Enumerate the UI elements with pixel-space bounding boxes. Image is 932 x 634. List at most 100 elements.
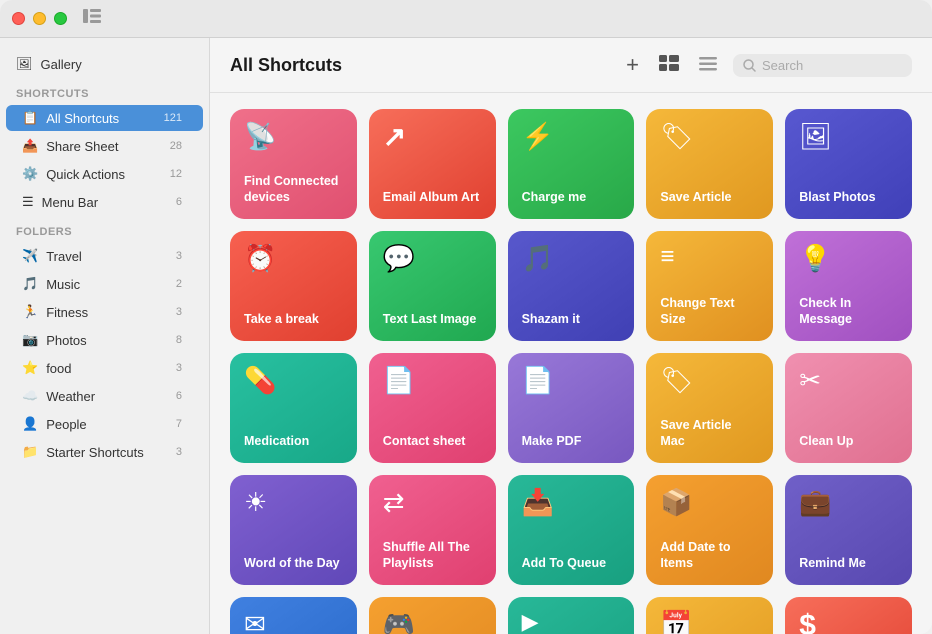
shortcut-card-add-date-items[interactable]: 📦Add Date to Items bbox=[646, 475, 773, 585]
sidebar-toggle-button[interactable] bbox=[83, 9, 101, 28]
shortcut-label-take-break: Take a break bbox=[244, 311, 343, 327]
food-icon: ⭐ bbox=[22, 360, 38, 376]
shortcut-icon-shuffle-playlists: ⇄ bbox=[383, 489, 482, 515]
weather-icon: ☁️ bbox=[22, 388, 38, 404]
folders-section-label: Folders bbox=[0, 216, 209, 242]
shortcut-card-calculate-tip[interactable]: $Calculate Tip bbox=[785, 597, 912, 634]
shortcut-card-find-connected[interactable]: 📡Find Connected devices bbox=[230, 109, 357, 219]
shortcut-card-sort-lines[interactable]: ▶Sort Lines bbox=[508, 597, 635, 634]
shortcut-icon-how-many-days: 📅 bbox=[660, 611, 759, 634]
sidebar-item-starter-shortcuts[interactable]: 📁 Starter Shortcuts 3 bbox=[6, 439, 203, 465]
sidebar-people-label: People bbox=[46, 417, 86, 432]
shortcut-icon-shazam-it: 🎵 bbox=[522, 245, 621, 271]
sidebar-item-quick-actions[interactable]: ⚙️ Quick Actions 12 bbox=[6, 161, 203, 187]
shortcut-label-add-date-items: Add Date to Items bbox=[660, 539, 759, 572]
photos-icon: 📷 bbox=[22, 332, 38, 348]
shortcut-label-text-last-image: Text Last Image bbox=[383, 311, 482, 327]
sidebar-item-all-shortcuts[interactable]: 📋 All Shortcuts 121 bbox=[6, 105, 203, 131]
sidebar-item-weather[interactable]: ☁️ Weather 6 bbox=[6, 383, 203, 409]
share-sheet-icon: 📤 bbox=[22, 138, 38, 154]
maximize-button[interactable] bbox=[54, 12, 67, 25]
shortcut-card-save-article-mac[interactable]: 🏷 Save Article Mac bbox=[646, 353, 773, 463]
list-view-button[interactable] bbox=[695, 51, 721, 80]
shortcut-card-take-break[interactable]: ⏰ Take a break bbox=[230, 231, 357, 341]
sidebar-menu-bar-label: Menu Bar bbox=[42, 195, 98, 210]
all-shortcuts-icon: 📋 bbox=[22, 110, 38, 126]
quick-actions-icon: ⚙️ bbox=[22, 166, 38, 182]
weather-badge: 6 bbox=[171, 389, 187, 403]
shortcut-icon-blast-photos: 🖼 bbox=[799, 123, 898, 149]
sidebar-item-fitness[interactable]: 🏃 Fitness 3 bbox=[6, 299, 203, 325]
shortcut-card-charge-me[interactable]: ⚡Charge me bbox=[508, 109, 635, 219]
search-input[interactable] bbox=[762, 58, 902, 73]
shortcut-icon-make-pdf: 📄 bbox=[522, 367, 621, 393]
menu-bar-badge: 6 bbox=[171, 195, 187, 209]
sidebar-item-music[interactable]: 🎵 Music 2 bbox=[6, 271, 203, 297]
close-button[interactable] bbox=[12, 12, 25, 25]
shortcut-card-check-in-message[interactable]: 💡Check In Message bbox=[785, 231, 912, 341]
shortcut-card-medication[interactable]: 💊Medication bbox=[230, 353, 357, 463]
gallery-icon: 🖼 bbox=[16, 56, 33, 72]
all-shortcuts-badge: 121 bbox=[159, 111, 187, 125]
shortcut-card-blast-photos[interactable]: 🖼Blast Photos bbox=[785, 109, 912, 219]
sidebar-item-menu-bar[interactable]: ☰ Menu Bar 6 bbox=[6, 189, 203, 215]
shortcut-card-change-text-size[interactable]: ≡Change Text Size bbox=[646, 231, 773, 341]
shortcut-icon-text-last-image: 💬 bbox=[383, 245, 482, 271]
sidebar-item-people[interactable]: 👤 People 7 bbox=[6, 411, 203, 437]
shortcut-icon-email-album: ↗ bbox=[383, 123, 482, 151]
sidebar-starter-label: Starter Shortcuts bbox=[46, 445, 144, 460]
shortcut-card-shuffle-playlists[interactable]: ⇄ Shuffle All The Playlists bbox=[369, 475, 496, 585]
sidebar-fitness-label: Fitness bbox=[46, 305, 88, 320]
shortcut-icon-clean-up: ✂ bbox=[799, 367, 898, 393]
shortcut-label-charge-me: Charge me bbox=[522, 189, 621, 205]
grid-view-button[interactable] bbox=[655, 51, 683, 80]
people-badge: 7 bbox=[171, 417, 187, 431]
traffic-lights bbox=[12, 12, 67, 25]
shortcut-card-clean-up[interactable]: ✂Clean Up bbox=[785, 353, 912, 463]
shortcut-card-make-pdf[interactable]: 📄 Make PDF bbox=[508, 353, 635, 463]
sidebar-photos-label: Photos bbox=[46, 333, 86, 348]
shortcut-card-save-article[interactable]: 🏷Save Article bbox=[646, 109, 773, 219]
main-container: 🖼 Gallery Shortcuts 📋 All Shortcuts 121 … bbox=[0, 38, 932, 634]
shortcut-card-word-of-day[interactable]: ☀Word of the Day bbox=[230, 475, 357, 585]
gallery-nav-item[interactable]: 🖼 Gallery bbox=[0, 50, 209, 78]
shortcut-label-save-article-mac: Save Article Mac bbox=[660, 417, 759, 450]
shortcut-card-shazam-it[interactable]: 🎵Shazam it bbox=[508, 231, 635, 341]
app-window: 🖼 Gallery Shortcuts 📋 All Shortcuts 121 … bbox=[0, 0, 932, 634]
shortcut-card-text-last-image[interactable]: 💬 Text Last Image bbox=[369, 231, 496, 341]
shortcut-card-add-to-queue[interactable]: 📥 Add To Queue bbox=[508, 475, 635, 585]
shortcut-icon-change-text-size: ≡ bbox=[660, 245, 759, 269]
add-button[interactable]: + bbox=[622, 48, 643, 82]
shortcut-icon-calculate-tip: $ bbox=[799, 611, 898, 634]
shortcut-card-email-album[interactable]: ↗ Email Album Art bbox=[369, 109, 496, 219]
sidebar-travel-label: Travel bbox=[46, 249, 82, 264]
shortcut-label-make-pdf: Make PDF bbox=[522, 433, 621, 449]
shortcut-icon-save-article-mac: 🏷 bbox=[660, 367, 759, 393]
menu-bar-icon: ☰ bbox=[22, 194, 34, 210]
sidebar-weather-label: Weather bbox=[46, 389, 95, 404]
quick-actions-badge: 12 bbox=[165, 167, 187, 181]
shortcut-card-how-many-days[interactable]: 📅How Many Days Until bbox=[646, 597, 773, 634]
shortcut-card-remind-me[interactable]: 💼Remind Me bbox=[785, 475, 912, 585]
sidebar-item-photos[interactable]: 📷 Photos 8 bbox=[6, 327, 203, 353]
content-header: All Shortcuts + bbox=[210, 38, 932, 93]
music-icon: 🎵 bbox=[22, 276, 38, 292]
travel-badge: 3 bbox=[171, 249, 187, 263]
shortcuts-section-label: Shortcuts bbox=[0, 78, 209, 104]
shortcut-card-gas-this-street[interactable]: 🎮Gas On This Street bbox=[369, 597, 496, 634]
starter-badge: 3 bbox=[171, 445, 187, 459]
sidebar-item-share-sheet[interactable]: 📤 Share Sheet 28 bbox=[6, 133, 203, 159]
sidebar-item-travel[interactable]: ✈️ Travel 3 bbox=[6, 243, 203, 269]
sidebar-music-label: Music bbox=[46, 277, 80, 292]
shortcut-label-add-to-queue: Add To Queue bbox=[522, 555, 621, 571]
shortcut-label-email-album: Email Album Art bbox=[383, 189, 482, 205]
shortcuts-grid: 📡Find Connected devices ↗ Email Album Art ⚡… bbox=[210, 93, 932, 634]
shortcut-card-contact-sheet[interactable]: 📄Contact sheet bbox=[369, 353, 496, 463]
shortcut-icon-add-to-queue: 📥 bbox=[522, 489, 621, 515]
search-box[interactable] bbox=[733, 54, 912, 77]
minimize-button[interactable] bbox=[33, 12, 46, 25]
shortcut-icon-take-break: ⏰ bbox=[244, 245, 343, 271]
shortcut-card-email-myself[interactable]: ✉Email Myself bbox=[230, 597, 357, 634]
shortcut-label-shuffle-playlists: Shuffle All The Playlists bbox=[383, 539, 482, 572]
sidebar-item-food[interactable]: ⭐ food 3 bbox=[6, 355, 203, 381]
